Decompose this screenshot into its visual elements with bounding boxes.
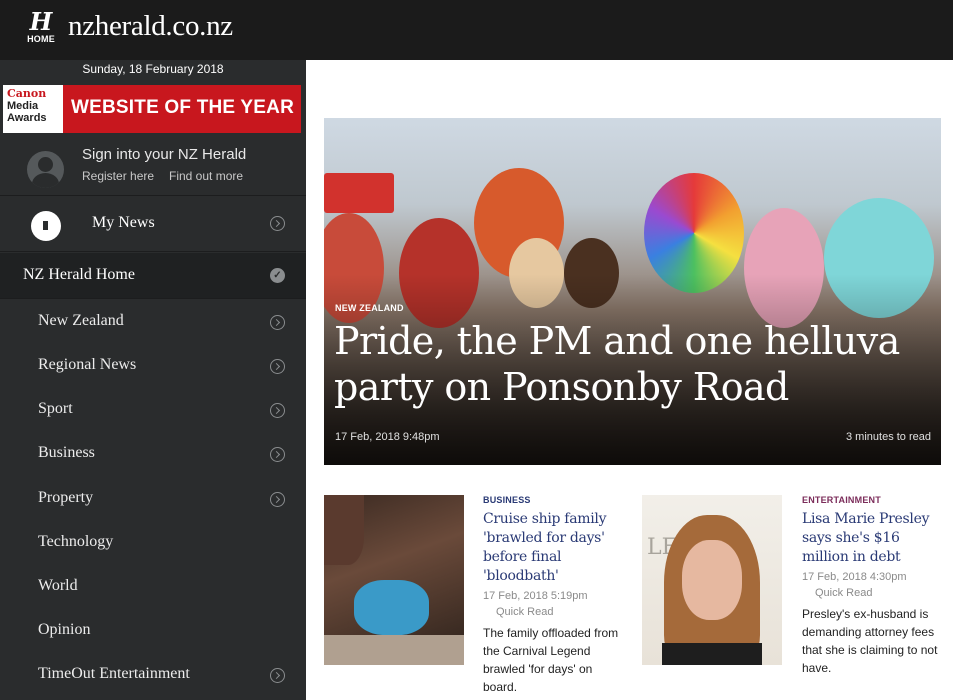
sidebar-item-label: Opinion xyxy=(38,621,91,638)
herald-logo-icon: H xyxy=(29,7,53,36)
canon-media-awards-logo: Canon Media Awards xyxy=(3,85,63,133)
find-out-more-link[interactable]: Find out more xyxy=(169,169,243,183)
chevron-right-icon[interactable] xyxy=(270,315,285,330)
award-text: WEBSITE OF THE YEAR xyxy=(71,97,295,118)
sidebar-item-sport[interactable]: Sport xyxy=(0,388,306,432)
sidebar-item-regional-news[interactable]: Regional News xyxy=(0,344,306,388)
sidebar-item-new-zealand[interactable]: New Zealand xyxy=(0,300,306,344)
person-face-image xyxy=(682,540,742,620)
sidebar-item-timeout-entertainment[interactable]: TimeOut Entertainment xyxy=(0,653,306,697)
my-news-label: My News xyxy=(92,214,155,231)
sidebar-item-label: New Zealand xyxy=(38,312,124,329)
chevron-right-icon[interactable] xyxy=(270,359,285,374)
quick-read-label: Quick Read xyxy=(815,587,873,599)
home-label: HOME xyxy=(27,34,55,44)
chevron-right-icon[interactable] xyxy=(270,492,285,507)
story-summary: The family offloaded from the Carnival L… xyxy=(483,626,619,694)
top-bar: H HOME nzherald.co.nz xyxy=(0,0,953,60)
signin-link[interactable]: Sign into your NZ Herald xyxy=(82,146,246,163)
chevron-right-icon[interactable] xyxy=(270,447,285,462)
sidebar-item-world[interactable]: World xyxy=(0,565,306,609)
sidebar-item-technology[interactable]: Technology xyxy=(0,521,306,565)
award-logo-line3: Awards xyxy=(7,112,47,124)
story-card: BUSINESS Cruise ship family 'brawled for… xyxy=(483,495,623,696)
award-banner[interactable]: Canon Media Awards WEBSITE OF THE YEAR xyxy=(3,85,301,133)
award-logo-line2: Media xyxy=(7,100,39,112)
sidebar-item-home[interactable]: NZ Herald Home ✓ xyxy=(0,253,306,299)
user-avatar-icon[interactable] xyxy=(27,151,64,188)
quick-read-label: Quick Read xyxy=(496,606,554,618)
site-name[interactable]: nzherald.co.nz xyxy=(68,10,233,43)
bookmark-icon xyxy=(31,211,61,241)
story-thumbnail[interactable] xyxy=(324,495,464,665)
sidebar-item-label: Technology xyxy=(38,533,114,550)
hero-date: 17 Feb, 2018 9:48pm xyxy=(335,431,440,443)
sidebar-item-label: Business xyxy=(38,444,95,461)
hero-read-time: 3 minutes to read xyxy=(846,431,931,443)
sidebar-item-opinion[interactable]: Opinion xyxy=(0,609,306,653)
clothing-image xyxy=(662,643,762,665)
story-category[interactable]: ENTERTAINMENT xyxy=(802,495,942,505)
hero-gradient xyxy=(324,118,941,465)
chevron-right-icon[interactable] xyxy=(270,668,285,683)
sidebar-item-label: NZ Herald Home xyxy=(23,266,135,283)
chevron-right-icon[interactable] xyxy=(270,403,285,418)
story-thumbnail[interactable]: LE xyxy=(642,495,782,665)
sidebar: Sunday, 18 February 2018 Canon Media Awa… xyxy=(0,60,306,700)
person-image xyxy=(324,495,364,565)
sidebar-item-label: Property xyxy=(38,489,94,506)
sidebar-item-label: Regional News xyxy=(38,356,137,373)
home-logo[interactable]: H HOME xyxy=(26,7,56,45)
hero-category[interactable]: NEW ZEALAND xyxy=(335,303,404,313)
award-logo-line1: Canon xyxy=(7,87,47,100)
check-icon: ✓ xyxy=(270,268,285,283)
sidebar-item-label: Sport xyxy=(38,400,73,417)
story-category[interactable]: BUSINESS xyxy=(483,495,623,505)
register-link[interactable]: Register here xyxy=(82,169,154,183)
sidebar-item-property[interactable]: Property xyxy=(0,477,306,521)
sidebar-item-label: TimeOut Entertainment xyxy=(38,665,190,682)
chevron-right-icon[interactable] xyxy=(270,216,285,231)
story-date: 17 Feb, 2018 5:19pm xyxy=(483,590,588,602)
story-headline[interactable]: Lisa Marie Presley says she's $16 millio… xyxy=(802,510,942,567)
floor-image xyxy=(324,635,464,665)
hero-story[interactable]: NEW ZEALAND Pride, the PM and one helluv… xyxy=(324,118,941,465)
current-date: Sunday, 18 February 2018 xyxy=(82,62,224,76)
sidebar-item-business[interactable]: Business xyxy=(0,432,306,476)
my-news-item[interactable]: My News xyxy=(0,197,306,252)
person-image xyxy=(354,580,429,635)
story-card: ENTERTAINMENT Lisa Marie Presley says sh… xyxy=(802,495,942,677)
sidebar-item-label: World xyxy=(38,577,78,594)
story-date: 17 Feb, 2018 4:30pm xyxy=(802,571,907,583)
story-headline[interactable]: Cruise ship family 'brawled for days' be… xyxy=(483,510,623,586)
signin-panel: Sign into your NZ Herald Register here F… xyxy=(0,136,306,196)
hero-headline[interactable]: Pride, the PM and one helluva party on P… xyxy=(334,318,934,410)
story-summary: Presley's ex-husband is demanding attorn… xyxy=(802,607,938,675)
